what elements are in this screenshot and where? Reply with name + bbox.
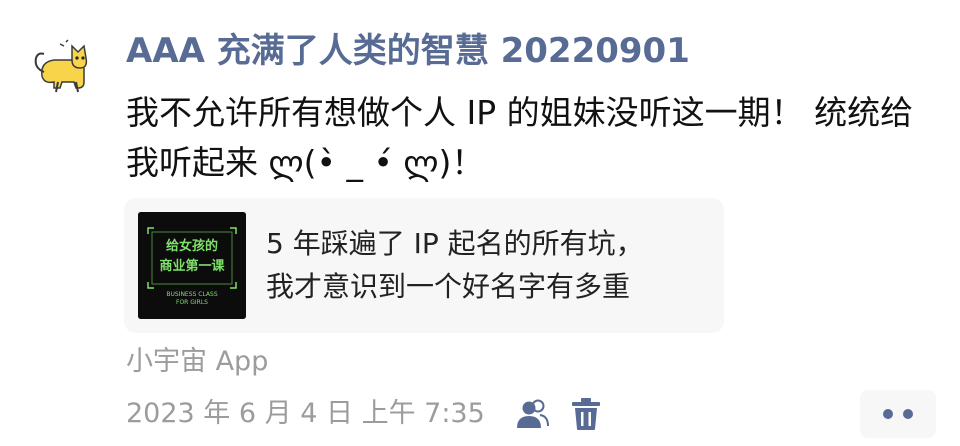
timestamp: 2023 年 6 月 4 日 上午 7:35 [126,398,485,429]
more-dots-icon [883,409,893,419]
thumb-line-3: BUSINESS CLASS [166,291,217,298]
post-text: 我不允许所有想做个人 IP 的姐妹没听这一期！ 统统给我听起来 ლ(•̀ _ •… [126,93,914,182]
thumb-line-2: 商业第一课 [159,258,225,274]
avatar[interactable] [32,38,94,94]
card-title: 5 年踩遍了 IP 起名的所有坑， 我才意识到一个好名字有多重 [266,227,644,303]
link-card[interactable]: 给女孩的 商业第一课 BUSINESS CLASS FOR GIRLS 5 年踩… [124,198,724,333]
thumb-line-1: 给女孩的 [166,238,218,254]
more-button[interactable] [860,390,936,438]
card-thumbnail: 给女孩的 商业第一课 BUSINESS CLASS FOR GIRLS [138,212,246,319]
app-source-link[interactable]: 小宇宙 App [126,342,268,382]
trash-icon[interactable] [570,397,602,431]
people-icon[interactable] [514,398,550,430]
author-name[interactable]: AAA 充满了人类的智慧 20220901 [126,26,690,76]
more-dots-icon [903,409,913,419]
cat-avatar-icon [34,39,88,93]
thumb-line-4: FOR GIRLS [176,299,208,306]
